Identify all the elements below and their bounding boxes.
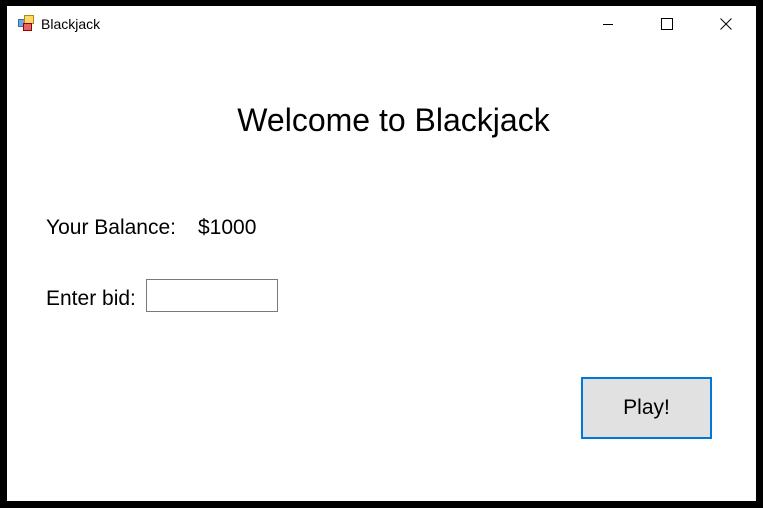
- bid-label: Enter bid:: [46, 287, 136, 310]
- close-button[interactable]: [703, 6, 749, 42]
- play-button[interactable]: Play!: [581, 377, 712, 439]
- bid-input[interactable]: [146, 279, 278, 312]
- window-title: Blackjack: [41, 16, 101, 32]
- balance-label: Your Balance:: [46, 216, 176, 239]
- close-icon: [720, 18, 732, 30]
- title-bar[interactable]: Blackjack: [7, 6, 756, 42]
- minimize-button[interactable]: [585, 6, 631, 42]
- balance-value: $1000: [198, 216, 257, 239]
- minimize-icon: [603, 24, 613, 25]
- maximize-icon: [661, 18, 673, 30]
- app-icon: [18, 15, 34, 31]
- page-title: Welcome to Blackjack: [237, 102, 550, 138]
- app-window: Blackjack Welcome to Blackjack Your Bala…: [7, 6, 756, 501]
- maximize-button[interactable]: [644, 6, 690, 42]
